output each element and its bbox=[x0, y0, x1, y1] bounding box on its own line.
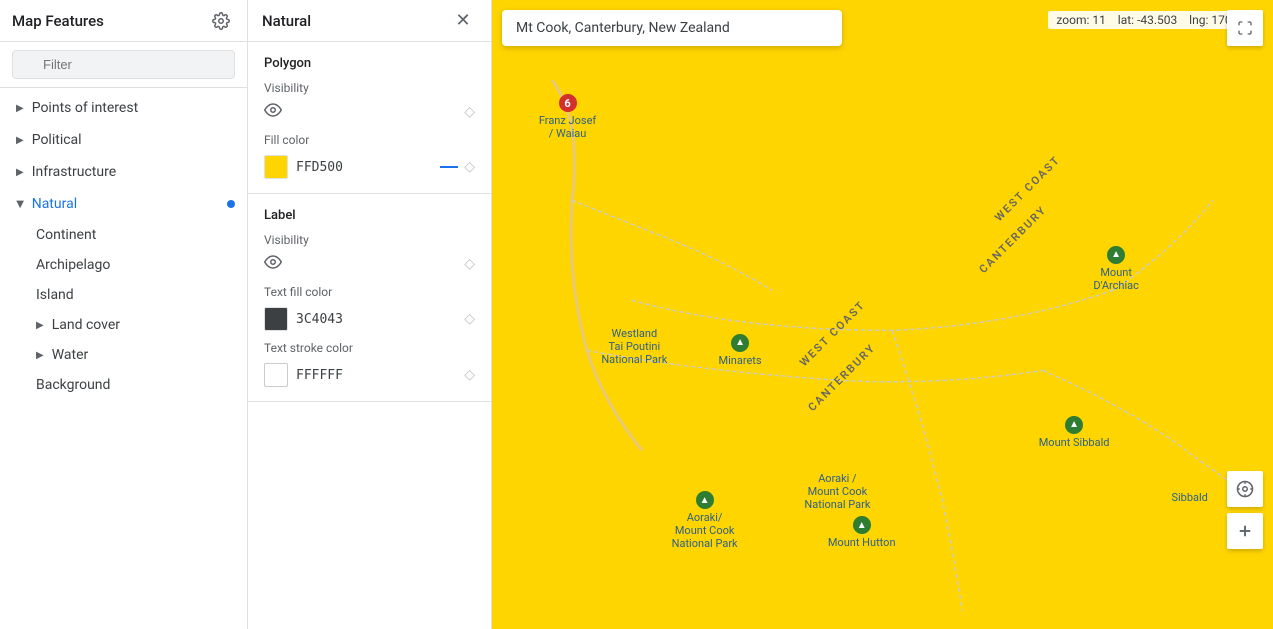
place-label: Sibbald bbox=[1171, 491, 1207, 504]
label-visibility-label: Visibility bbox=[264, 233, 475, 247]
text-fill-swatch[interactable] bbox=[264, 307, 288, 331]
text-stroke-swatch[interactable] bbox=[264, 363, 288, 387]
place-label: Franz Josef/ Waiau bbox=[539, 114, 596, 140]
aoraki-place-1: Aoraki /Mount CookNational Park bbox=[804, 472, 870, 511]
franz-josef-place: 6 Franz Josef/ Waiau bbox=[539, 94, 596, 140]
filter-input[interactable] bbox=[12, 50, 235, 79]
zoom-label: zoom: bbox=[1056, 13, 1089, 27]
west-coast-label-1: WEST COAST bbox=[992, 153, 1063, 224]
place-badge: 6 bbox=[559, 94, 577, 112]
lat-value: -43.503 bbox=[1137, 13, 1177, 27]
lat-label: lat: bbox=[1118, 13, 1134, 27]
text-stroke-diamond-icon[interactable]: ◇ bbox=[464, 367, 475, 383]
mount-darchiac-place: ▲ MountD'Archiac bbox=[1093, 245, 1139, 292]
text-stroke-color-left: FFFFFF bbox=[264, 363, 343, 387]
diamond-icon[interactable]: ◇ bbox=[464, 104, 475, 120]
place-label: Mount Sibbald bbox=[1039, 436, 1110, 449]
sidebar-title: Map Features bbox=[12, 12, 104, 30]
filter-bar bbox=[0, 42, 247, 88]
text-fill-hex: 3C4043 bbox=[296, 312, 343, 327]
sidebar-item-land-cover[interactable]: ▶ Land cover bbox=[0, 310, 247, 340]
sidebar-item-political[interactable]: ▶ Political bbox=[0, 124, 247, 156]
map-controls bbox=[1227, 471, 1263, 549]
place-label: Mount Hutton bbox=[828, 536, 896, 549]
polygon-label: Polygon bbox=[264, 56, 475, 71]
west-coast-label-2: WEST COAST bbox=[797, 298, 868, 369]
arrow-icon: ▶ bbox=[36, 320, 44, 331]
color-line-icon bbox=[440, 166, 458, 168]
park-icon: ▲ bbox=[731, 334, 749, 352]
settings-button[interactable] bbox=[207, 7, 235, 35]
fill-diamond-icon[interactable]: ◇ bbox=[464, 159, 475, 175]
panel-title: Natural bbox=[262, 12, 311, 30]
natural-panel: Natural ✕ Polygon Visibility ◇ Fill colo… bbox=[248, 0, 492, 629]
left-sidebar: Map Features ▶ Points of interest ▶ bbox=[0, 0, 248, 629]
zoom-value: 11 bbox=[1092, 13, 1106, 27]
place-label: MountD'Archiac bbox=[1093, 266, 1139, 292]
search-text: Mt Cook, Canterbury, New Zealand bbox=[516, 20, 730, 36]
aoraki-place-2: ▲ Aoraki/Mount CookNational Park bbox=[672, 491, 738, 551]
park-icon: ▲ bbox=[853, 516, 871, 534]
fill-color-row: FFD500 ◇ bbox=[264, 155, 475, 179]
minarets-place: ▲ Minarets bbox=[718, 333, 761, 367]
sidebar-item-archipelago[interactable]: Archipelago bbox=[0, 250, 247, 280]
sidebar-item-island[interactable]: Island bbox=[0, 280, 247, 310]
text-fill-row: 3C4043 ◇ bbox=[264, 307, 475, 331]
canterbury-label-1: CANTERBURY bbox=[977, 203, 1050, 276]
mount-hutton-place: ▲ Mount Hutton bbox=[828, 516, 896, 550]
label-diamond-icon[interactable]: ◇ bbox=[464, 256, 475, 272]
label-visibility-row: ◇ bbox=[264, 253, 475, 275]
text-stroke-hex: FFFFFF bbox=[296, 368, 343, 383]
place-label: WestlandTai PoutiniNational Park bbox=[601, 327, 667, 366]
westland-place: WestlandTai PoutiniNational Park bbox=[601, 327, 667, 366]
close-button[interactable]: ✕ bbox=[449, 7, 477, 35]
eye-icon[interactable] bbox=[264, 101, 282, 123]
sibbald-place: Sibbald bbox=[1171, 491, 1207, 504]
sidebar-header: Map Features bbox=[0, 0, 247, 42]
place-label: Minarets bbox=[718, 354, 761, 367]
fill-color-swatch[interactable] bbox=[264, 155, 288, 179]
sidebar-item-points-of-interest[interactable]: ▶ Points of interest bbox=[0, 92, 247, 124]
arrow-icon: ▶ bbox=[36, 350, 44, 361]
nav-list: ▶ Points of interest ▶ Political ▶ Infra… bbox=[0, 88, 247, 404]
arrow-icon: ▶ bbox=[16, 103, 24, 114]
search-box: Mt Cook, Canterbury, New Zealand bbox=[502, 10, 842, 46]
mount-sibbald-place: ▲ Mount Sibbald bbox=[1039, 415, 1110, 449]
arrow-icon: ▶ bbox=[16, 167, 24, 178]
park-icon: ▲ bbox=[696, 491, 714, 509]
sidebar-item-water[interactable]: ▶ Water bbox=[0, 340, 247, 370]
visibility-label: Visibility bbox=[264, 81, 475, 95]
park-icon: ▲ bbox=[1107, 246, 1125, 264]
fill-color-left: FFD500 bbox=[264, 155, 343, 179]
text-fill-color-left: 3C4043 bbox=[264, 307, 343, 331]
label-eye-icon[interactable] bbox=[264, 253, 282, 275]
park-icon: ▲ bbox=[1065, 416, 1083, 434]
fullscreen-button[interactable] bbox=[1227, 10, 1263, 46]
active-dot bbox=[227, 200, 235, 208]
sidebar-item-continent[interactable]: Continent bbox=[0, 220, 247, 250]
polygon-section: Polygon Visibility ◇ Fill color FFD500 bbox=[248, 42, 491, 194]
fill-color-label: Fill color bbox=[264, 133, 475, 147]
sidebar-item-background[interactable]: Background bbox=[0, 370, 247, 400]
place-label: Aoraki /Mount CookNational Park bbox=[804, 472, 870, 511]
sidebar-item-natural[interactable]: ▶ Natural bbox=[0, 188, 247, 220]
text-stroke-row: FFFFFF ◇ bbox=[264, 363, 475, 387]
panel-header: Natural ✕ bbox=[248, 0, 491, 42]
polygon-visibility-row: ◇ bbox=[264, 101, 475, 123]
arrow-icon: ▶ bbox=[16, 135, 24, 146]
fill-color-hex: FFD500 bbox=[296, 160, 343, 175]
sidebar-item-infrastructure[interactable]: ▶ Infrastructure bbox=[0, 156, 247, 188]
text-fill-diamond-icon[interactable]: ◇ bbox=[464, 311, 475, 327]
text-stroke-label: Text stroke color bbox=[264, 341, 475, 355]
canterbury-label-2: CANTERBURY bbox=[805, 341, 878, 414]
lng-label: lng: bbox=[1189, 13, 1208, 27]
place-label: Aoraki/Mount CookNational Park bbox=[672, 511, 738, 550]
label-section-title: Label bbox=[264, 208, 475, 223]
location-button[interactable] bbox=[1227, 471, 1263, 507]
map-area[interactable]: zoom: 11 lat: -43.503 lng: 170.306 Mt Co… bbox=[492, 0, 1273, 629]
label-section: Label Visibility ◇ Text fill color 3C404… bbox=[248, 194, 491, 402]
text-fill-label: Text fill color bbox=[264, 285, 475, 299]
arrow-icon: ▶ bbox=[14, 200, 25, 208]
zoom-in-button[interactable] bbox=[1227, 513, 1263, 549]
